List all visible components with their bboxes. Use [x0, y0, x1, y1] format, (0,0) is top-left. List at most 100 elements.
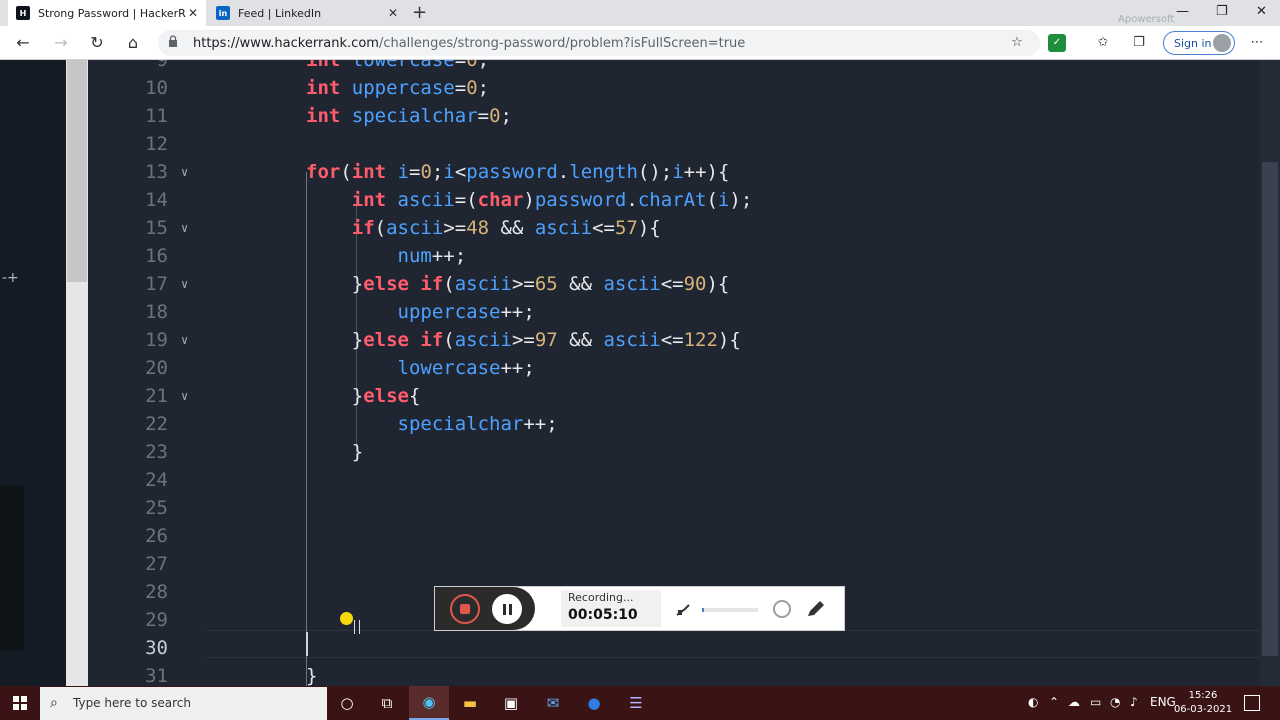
refresh-icon[interactable]: ↻ [86, 32, 108, 54]
code-line[interactable]: 26 [88, 522, 1260, 550]
close-window-button[interactable]: ✕ [1256, 4, 1267, 19]
code-token: 48 [466, 217, 490, 239]
microphone-icon[interactable] [675, 601, 695, 617]
fold-chevron-icon[interactable]: ∨ [181, 326, 188, 354]
taskbar-search-box[interactable]: ⌕ Type here to search [40, 687, 327, 720]
onedrive-icon[interactable]: ☁ [1068, 695, 1080, 709]
cortana-icon[interactable]: ○ [327, 686, 367, 720]
code-token: if [351, 217, 375, 239]
code-line[interactable]: 9 int lowercase=0; [88, 60, 1260, 74]
address-bar[interactable]: https://www.hackerrank.com/challenges/st… [158, 30, 1040, 56]
fold-chevron-icon[interactable]: ∨ [181, 382, 188, 410]
start-button[interactable] [0, 686, 40, 720]
home-icon[interactable]: ⌂ [122, 32, 144, 54]
code-line[interactable]: 19 ∨ }else if(ascii>=97 && ascii<=122){ [88, 326, 1260, 354]
code-token: i [397, 161, 410, 183]
show-hidden-icons-icon[interactable]: ⌃ [1049, 695, 1059, 709]
fold-chevron-icon[interactable]: ∨ [181, 214, 188, 242]
fold-chevron-icon[interactable]: ∨ [181, 158, 188, 186]
code-text: for(int i=0;i<password.length();i++){ [306, 158, 729, 186]
code-line[interactable]: 25 [88, 494, 1260, 522]
clock-time: 15:26 [1188, 690, 1218, 701]
code-line[interactable]: 10 int uppercase=0; [88, 74, 1260, 102]
code-token: ( [340, 161, 352, 183]
tab-hackerrank[interactable]: H Strong Password | HackerRank ✕ [8, 0, 206, 26]
code-line[interactable]: 11 int specialchar=0; [88, 102, 1260, 130]
code-token: ascii [603, 273, 661, 295]
volume-icon[interactable]: ♪ [1130, 695, 1138, 709]
annotate-pen-icon[interactable] [805, 599, 827, 619]
code-token: . [557, 161, 570, 183]
code-line[interactable]: 20 lowercase++; [88, 354, 1260, 382]
code-token: ascii [454, 329, 512, 351]
code-line[interactable]: 31} [88, 662, 1260, 686]
close-tab-icon[interactable]: ✕ [186, 6, 200, 20]
code-line[interactable]: 30 [88, 634, 1260, 662]
system-clock[interactable]: 15:26 06-03-2021 [1172, 689, 1234, 717]
mouse-highlight [340, 612, 353, 625]
line-number: 31 [145, 665, 168, 686]
mail-icon[interactable]: ✉ [533, 686, 573, 720]
store-icon[interactable]: ▣ [491, 686, 531, 720]
webcam-icon[interactable] [773, 600, 791, 618]
code-token: >= [443, 217, 467, 239]
code-token: ++; [431, 245, 467, 267]
favorite-star-icon[interactable]: ☆ [1008, 34, 1026, 52]
line-number: 16 [145, 245, 168, 267]
close-tab-icon[interactable]: ✕ [386, 6, 400, 20]
new-tab-button[interactable]: + [412, 2, 427, 23]
eclipse-icon[interactable]: ☰ [616, 686, 656, 720]
back-icon[interactable]: ← [12, 32, 34, 54]
more-menu-icon[interactable]: ⋯ [1248, 34, 1266, 52]
code-line[interactable]: 21 ∨ }else{ [88, 382, 1260, 410]
stop-recording-button[interactable] [450, 594, 480, 624]
line-number: 22 [145, 413, 168, 435]
maximize-button[interactable]: ❐ [1216, 4, 1228, 19]
editor-scrollbar-thumb[interactable] [1262, 162, 1278, 656]
minimize-button[interactable]: — [1176, 4, 1189, 19]
code-token: <= [660, 273, 684, 295]
code-token: 65 [534, 273, 558, 295]
code-text: }else if(ascii>=65 && ascii<=90){ [306, 270, 730, 298]
file-explorer-icon[interactable]: ▬ [450, 686, 490, 720]
edge-browser-icon[interactable]: ◉ [409, 686, 449, 720]
code-line[interactable]: 12 [88, 130, 1260, 158]
code-token: else if [363, 329, 444, 351]
extension-icon[interactable]: ✓ [1048, 34, 1066, 52]
code-line[interactable]: 15 ∨ if(ascii>=48 && ascii<=57){ [88, 214, 1260, 242]
line-number: 29 [145, 609, 168, 631]
code-line[interactable]: 17 ∨ }else if(ascii>=65 && ascii<=90){ [88, 270, 1260, 298]
code-line[interactable]: 24 [88, 466, 1260, 494]
forward-icon[interactable]: → [50, 32, 72, 54]
code-token: for [306, 161, 341, 183]
pause-recording-button[interactable] [492, 594, 522, 624]
panel-scrollbar[interactable] [66, 60, 88, 686]
task-view-icon[interactable]: ⧉ [367, 686, 407, 720]
code-token: ++; [500, 357, 535, 379]
tray-app-icon[interactable]: ◐ [1028, 695, 1038, 709]
battery-icon[interactable]: ▭ [1090, 695, 1101, 709]
line-number: 11 [145, 105, 168, 127]
recorder-app-icon[interactable]: ● [574, 686, 614, 720]
code-line[interactable]: 13 ∨ for(int i=0;i<password.length();i++){ [88, 158, 1260, 186]
favorites-icon[interactable]: ✩ [1094, 34, 1112, 52]
code-line[interactable]: 14 int ascii=(char)password.charAt(i); [88, 186, 1260, 214]
code-line[interactable]: 23 } [88, 438, 1260, 466]
notifications-icon[interactable] [1244, 695, 1260, 711]
code-text: uppercase++; [306, 298, 535, 326]
network-icon[interactable]: ◔ [1110, 695, 1120, 709]
panel-scrollbar-thumb[interactable] [67, 60, 87, 282]
code-line[interactable]: 22 specialchar++; [88, 410, 1260, 438]
sign-in-button[interactable]: Sign in [1163, 31, 1235, 55]
code-line[interactable]: 18 uppercase++; [88, 298, 1260, 326]
tab-linkedin[interactable]: in Feed | LinkedIn ✕ [208, 0, 406, 26]
code-token: ){ [717, 329, 741, 351]
code-line[interactable]: 16 num++; [88, 242, 1260, 270]
fold-chevron-icon[interactable]: ∨ [181, 270, 188, 298]
collections-icon[interactable]: ❐ [1130, 34, 1148, 52]
editor-scrollbar[interactable] [1260, 60, 1280, 686]
code-token: <= [592, 217, 615, 239]
code-line[interactable]: 27 [88, 550, 1260, 578]
